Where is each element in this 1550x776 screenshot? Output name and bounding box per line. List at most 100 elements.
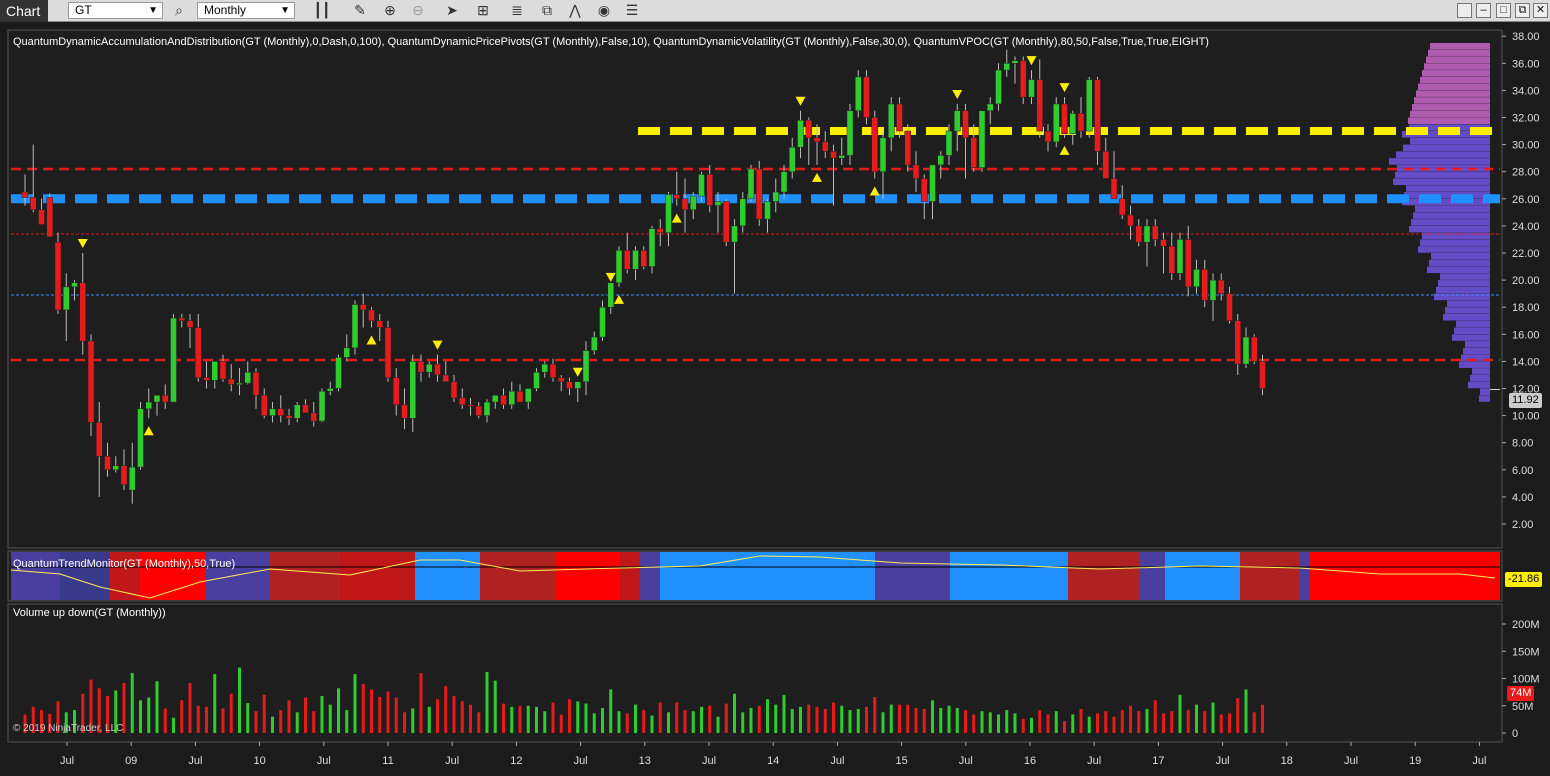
candle-body: [87, 340, 95, 423]
instrument-value: GT: [75, 3, 92, 17]
restore-button[interactable]: ⧉: [1515, 3, 1530, 18]
volume-bar: [1219, 714, 1223, 733]
volume-bar: [955, 707, 959, 733]
vpoc-bin: [1408, 117, 1490, 124]
candle-body: [360, 304, 367, 311]
volume-bar: [130, 673, 134, 733]
instrument-selector[interactable]: GT ▼: [68, 2, 163, 19]
volume-bar: [485, 671, 489, 733]
volume-bar: [683, 710, 687, 733]
time-tick-label: Jul: [959, 755, 973, 767]
volume-bar: [328, 704, 332, 733]
candle-body: [1069, 113, 1076, 135]
volume-bar: [1252, 712, 1256, 733]
last-price-badge: 11.92: [1509, 393, 1542, 408]
vpoc-bin: [1431, 253, 1490, 260]
volume-bar: [1104, 711, 1108, 733]
candle-body: [525, 388, 532, 403]
volume-bar: [749, 707, 753, 733]
volume-bar: [1021, 718, 1025, 733]
time-tick-label: Jul: [445, 755, 459, 767]
volume-bar: [1203, 711, 1207, 733]
time-tick-label: 19: [1409, 755, 1421, 767]
data-box-icon[interactable]: ⊞: [474, 2, 492, 19]
volume-bar: [658, 702, 662, 733]
volume-bar: [988, 712, 992, 733]
price-chart[interactable]: 38.00 36.00 34.00 32.00 30.00 28.00 26.00 24.00…: [0, 22, 1550, 776]
minimize-button[interactable]: –: [1476, 3, 1491, 18]
trend-band: [415, 552, 480, 600]
candle-body: [838, 155, 845, 159]
candle-body: [46, 197, 53, 237]
vpoc-bin: [1404, 192, 1490, 199]
volume-bar: [601, 707, 604, 733]
candle-body: [747, 168, 755, 200]
window-pin-button[interactable]: [1457, 3, 1472, 18]
bar-type-icon[interactable]: ┃┃: [313, 2, 331, 19]
price-tick-label: 4.00: [1512, 492, 1533, 504]
strategies-icon[interactable]: ⧉: [538, 2, 556, 19]
draw-pencil-icon[interactable]: ✎: [351, 2, 369, 19]
timeframe-selector[interactable]: Monthly ▼: [197, 2, 295, 19]
candle-body: [483, 401, 491, 416]
candle-body: [896, 103, 903, 132]
candle-body: [310, 412, 317, 422]
candle-body: [665, 194, 672, 233]
price-tick-label: 2.00: [1512, 519, 1533, 531]
volume-bar: [906, 704, 910, 733]
volume-bar: [180, 700, 184, 733]
pointer-icon[interactable]: ➤: [443, 2, 461, 19]
time-tick-label: Jul: [60, 755, 74, 767]
candle-body: [1020, 60, 1027, 98]
zoom-in-icon[interactable]: ⊕: [381, 2, 399, 19]
candle-body: [780, 171, 788, 193]
volume-bar: [931, 700, 934, 733]
time-tick-label: 17: [1152, 755, 1164, 767]
volume-bar: [980, 711, 984, 733]
price-tick-label: 28.00: [1512, 167, 1540, 179]
volume-bar: [1030, 717, 1033, 733]
chevron-down-icon: ▼: [148, 5, 158, 16]
candle-body: [335, 357, 342, 389]
candle-body: [813, 137, 821, 143]
maximize-button[interactable]: □: [1496, 3, 1511, 18]
vpoc-bin: [1424, 63, 1490, 70]
zoom-out-icon[interactable]: ⊖: [409, 2, 427, 19]
search-icon[interactable]: ⌕: [170, 2, 188, 19]
candle-body: [822, 141, 829, 152]
volume-bar: [551, 702, 555, 733]
drawing-tools-icon[interactable]: ⋀: [566, 2, 584, 19]
volume-tick-label: 0: [1512, 728, 1518, 740]
volume-bar: [617, 711, 621, 733]
close-button[interactable]: ✕: [1533, 3, 1548, 18]
volume-tick-label: 200M: [1512, 619, 1540, 631]
volume-bar: [155, 681, 159, 733]
volume-bar: [815, 706, 819, 733]
volume-bar: [568, 699, 571, 733]
candle-body: [731, 225, 738, 243]
candle-body: [921, 178, 928, 202]
volume-tick-label: 150M: [1512, 646, 1540, 658]
properties-icon[interactable]: ☰: [623, 2, 641, 19]
candle-body: [294, 404, 301, 419]
vpoc-bin: [1438, 280, 1490, 287]
candle-body: [368, 309, 375, 322]
vpoc-bin: [1447, 300, 1490, 307]
vpoc-bin: [1436, 286, 1490, 294]
volume-bar: [592, 713, 596, 733]
vpoc-bin: [1395, 171, 1490, 179]
price-tick-label: 20.00: [1512, 275, 1540, 287]
candle-body: [1102, 151, 1109, 179]
price-tick-label: 26.00: [1512, 194, 1540, 206]
volume-bar: [642, 710, 646, 733]
candle-body: [71, 282, 78, 288]
chart-tab[interactable]: Chart: [0, 0, 48, 22]
candle-body: [912, 164, 920, 179]
candle-body: [1176, 239, 1184, 274]
refresh-icon[interactable]: ◉: [595, 2, 613, 19]
vpoc-bin: [1427, 266, 1490, 274]
candle-body: [261, 395, 268, 416]
candle-body: [789, 147, 796, 172]
trend-band: [950, 552, 1068, 600]
indicators-icon[interactable]: ≣: [508, 2, 526, 19]
